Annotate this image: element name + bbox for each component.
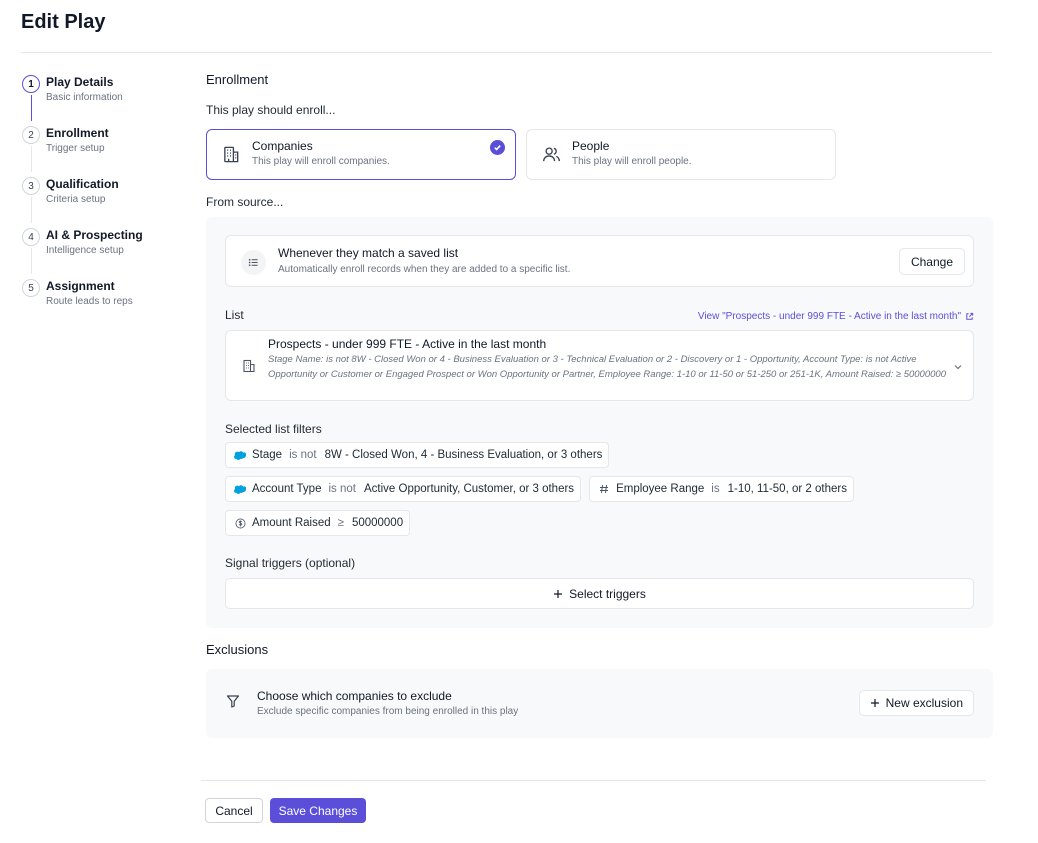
option-title: People: [572, 139, 610, 153]
step-connector: [30, 146, 32, 172]
save-changes-button[interactable]: Save Changes: [270, 798, 366, 823]
step-connector: [30, 248, 32, 274]
enrollment-form: Enrollment This play should enroll... Co…: [206, 72, 993, 738]
enroll-prompt: This play should enroll...: [206, 103, 336, 117]
step-subtitle: Criteria setup: [46, 194, 106, 205]
enroll-option-people[interactable]: People This play will enroll people.: [526, 129, 836, 180]
filter-icon: [226, 695, 240, 708]
source-panel: Whenever they match a saved list Automat…: [206, 217, 993, 628]
filter-field: Amount Raised: [252, 517, 331, 529]
filter-operator: ≥: [337, 517, 344, 529]
section-title-enrollment: Enrollment: [206, 72, 269, 87]
header-divider: [21, 52, 992, 53]
filter-value: 1-10, 11-50, or 2 others: [727, 483, 847, 495]
step-connector: [30, 95, 32, 121]
step-title: Play Details: [46, 75, 114, 89]
option-description: This play will enroll people.: [572, 156, 692, 167]
filter-field: Stage: [252, 449, 283, 461]
list-select[interactable]: Prospects - under 999 FTE - Active in th…: [225, 330, 974, 401]
building-icon: [224, 146, 239, 163]
step-title: Enrollment: [46, 126, 109, 140]
list-description: Stage Name: is not 8W - Closed Won or 4 …: [268, 354, 946, 380]
salesforce-icon: [234, 449, 246, 461]
filter-field: Account Type: [252, 483, 322, 495]
step-ai-prospecting[interactable]: 4 AI & Prospecting Intelligence setup: [21, 225, 191, 276]
source-title: Whenever they match a saved list: [278, 246, 459, 260]
exclusion-panel: Choose which companies to exclude Exclud…: [206, 669, 993, 738]
cancel-button[interactable]: Cancel: [205, 798, 263, 823]
source-description: Automatically enroll records when they a…: [278, 264, 571, 275]
select-triggers-label: Select triggers: [569, 586, 646, 601]
footer-divider: [201, 780, 986, 781]
select-triggers-button[interactable]: Select triggers: [225, 578, 974, 609]
option-description: This play will enroll companies.: [252, 156, 390, 167]
step-subtitle: Basic information: [46, 92, 123, 103]
filter-chip-list: Stage is not 8W - Closed Won, 4 - Busine…: [225, 442, 974, 536]
step-assignment[interactable]: 5 Assignment Route leads to reps: [21, 276, 191, 327]
salesforce-icon: [234, 483, 246, 495]
filter-value: Active Opportunity, Customer, or 3 other…: [363, 483, 575, 495]
chevron-down-icon: [954, 365, 962, 370]
step-enrollment[interactable]: 2 Enrollment Trigger setup: [21, 123, 191, 174]
filter-chip-employee-range[interactable]: Employee Range is 1-10, 11-50, or 2 othe…: [589, 476, 854, 502]
step-subtitle: Intelligence setup: [46, 245, 124, 256]
list-name: Prospects - under 999 FTE - Active in th…: [268, 337, 547, 351]
step-number: 1: [22, 75, 40, 93]
change-source-button[interactable]: Change: [898, 248, 965, 275]
check-circle-icon: [490, 140, 505, 155]
filter-chip-amount-raised[interactable]: Amount Raised ≥ 50000000: [225, 510, 411, 536]
signal-triggers-label: Signal triggers (optional): [225, 556, 356, 570]
source-label: From source...: [206, 195, 284, 209]
step-title: Qualification: [46, 177, 119, 191]
page-title: Edit Play: [21, 11, 106, 33]
exclusion-heading: Choose which companies to exclude: [257, 689, 452, 703]
step-number: 3: [22, 177, 40, 195]
filter-field: Employee Range: [616, 483, 705, 495]
step-title: Assignment: [46, 279, 115, 293]
external-link-icon: [966, 312, 974, 320]
step-number: 2: [22, 126, 40, 144]
section-title-exclusions: Exclusions: [206, 642, 269, 657]
view-list-link[interactable]: View "Prospects - under 999 FTE - Active…: [698, 311, 974, 322]
enroll-option-companies[interactable]: Companies This play will enroll companie…: [206, 129, 516, 180]
option-title: Companies: [252, 139, 313, 153]
exclusion-description: Exclude specific companies from being en…: [257, 706, 519, 717]
step-qualification[interactable]: 3 Qualification Criteria setup: [21, 174, 191, 225]
new-exclusion-label: New exclusion: [885, 696, 963, 710]
dollar-icon: [234, 517, 246, 529]
filter-value: 50000000: [351, 517, 404, 529]
step-title: AI & Prospecting: [46, 228, 143, 242]
new-exclusion-button[interactable]: New exclusion: [858, 690, 974, 716]
building-icon: [243, 359, 255, 373]
step-number: 4: [22, 228, 40, 246]
plus-icon: [870, 699, 879, 707]
list-header: List View "Prospects - under 999 FTE - A…: [225, 308, 974, 324]
filter-value: 8W - Closed Won, 4 - Business Evaluation…: [324, 449, 603, 461]
people-icon: [543, 147, 560, 162]
step-number: 5: [22, 279, 40, 297]
plus-icon: [554, 589, 563, 598]
hash-icon: [598, 483, 610, 495]
filter-chip-stage[interactable]: Stage is not 8W - Closed Won, 4 - Busine…: [225, 442, 610, 468]
stepper: 1 Play Details Basic information 2 Enrol…: [21, 72, 191, 327]
filters-label: Selected list filters: [225, 422, 322, 436]
step-play-details[interactable]: 1 Play Details Basic information: [21, 72, 191, 123]
filter-chip-account-type[interactable]: Account Type is not Active Opportunity, …: [225, 476, 582, 502]
step-subtitle: Trigger setup: [46, 143, 105, 154]
filter-operator: is not: [289, 449, 317, 461]
filter-operator: is not: [328, 483, 356, 495]
enroll-type-options: Companies This play will enroll companie…: [206, 129, 993, 180]
filter-operator: is: [711, 483, 720, 495]
step-subtitle: Route leads to reps: [46, 296, 133, 307]
step-connector: [30, 197, 32, 223]
source-type-row: Whenever they match a saved list Automat…: [225, 235, 974, 287]
view-list-link-text: View "Prospects - under 999 FTE - Active…: [697, 311, 961, 322]
list-icon: [241, 250, 266, 275]
